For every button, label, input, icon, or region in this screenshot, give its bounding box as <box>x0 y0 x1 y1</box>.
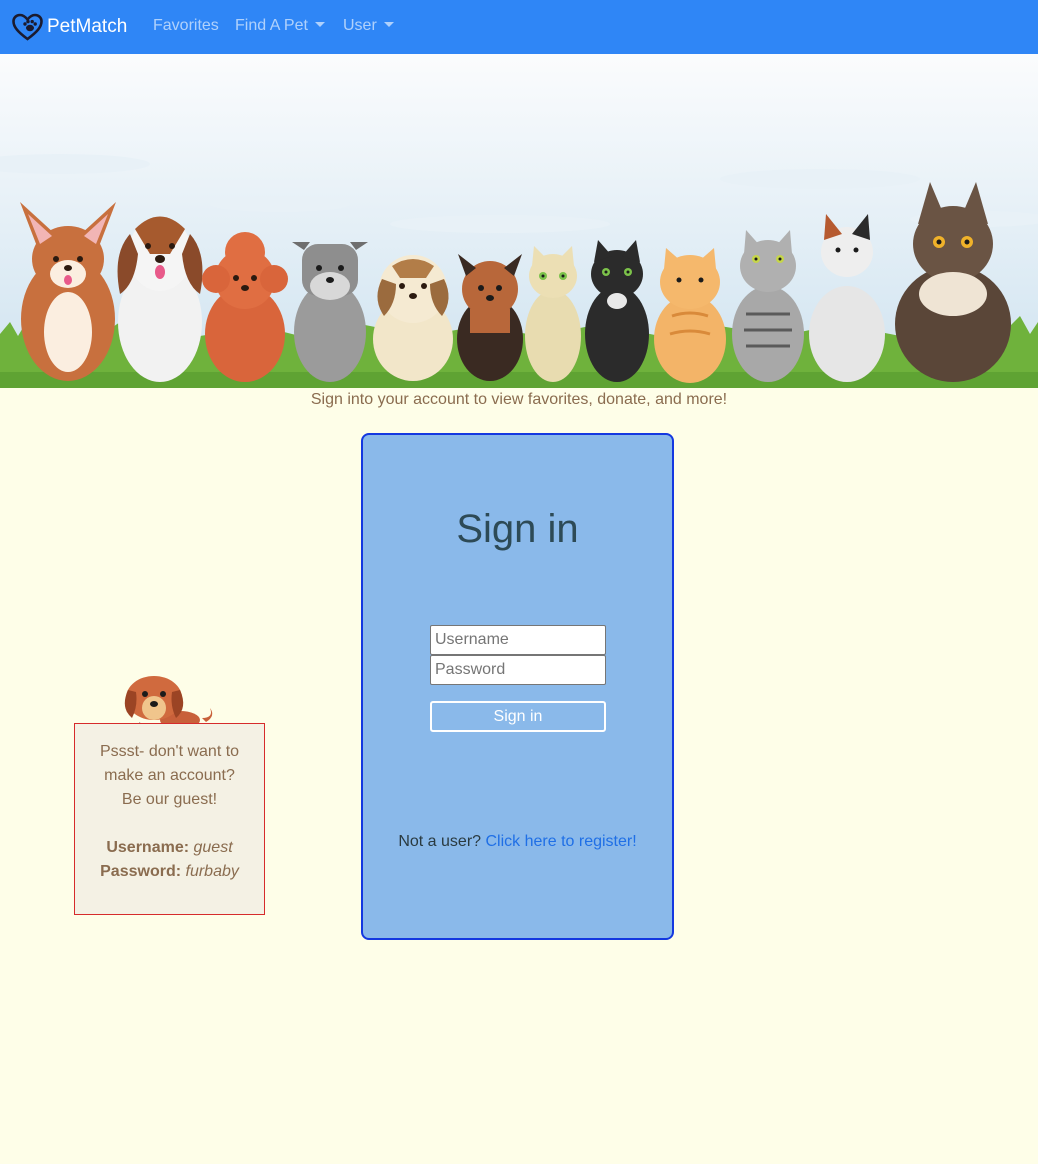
guest-username-value: guest <box>193 839 233 856</box>
orange-cat-illustration <box>654 248 726 383</box>
pets-banner-image <box>0 54 1038 388</box>
brand-link[interactable]: PetMatch <box>12 12 127 42</box>
corgi-illustration <box>20 202 116 381</box>
nav-find-a-pet-label: Find A Pet <box>235 17 308 34</box>
top-navbar: PetMatch Favorites Find A Pet User <box>0 0 1038 54</box>
paw-heart-icon <box>12 13 43 41</box>
chevron-down-icon <box>383 22 394 27</box>
password-input[interactable] <box>430 655 606 685</box>
guest-password-row: Password: furbaby <box>75 860 264 884</box>
guest-password-label: Password: <box>100 863 182 880</box>
guest-username-row: Username: guest <box>75 836 264 860</box>
chevron-down-icon <box>314 22 325 27</box>
guest-line-2: make an account? <box>104 767 235 784</box>
brand-name: PetMatch <box>47 16 128 37</box>
username-input[interactable] <box>430 625 606 655</box>
beagle-illustration <box>117 216 203 382</box>
yorkie-illustration <box>457 254 523 381</box>
signin-tagline: Sign into your account to view favorites… <box>310 391 728 408</box>
signin-button[interactable]: Sign in <box>430 701 606 732</box>
black-cat-illustration <box>585 240 649 382</box>
signin-title: Sign in <box>456 507 579 551</box>
guest-username-label: Username: <box>106 839 190 856</box>
shih-tzu-illustration <box>373 255 453 381</box>
guest-password-value: furbaby <box>185 863 239 880</box>
signin-card: Sign in Sign in Not a user? Click here t… <box>361 433 674 940</box>
register-prompt: Not a user? <box>398 833 482 850</box>
guest-line-3: Be our guest! <box>121 791 218 808</box>
register-prompt-line: Not a user? Click here to register! <box>363 833 672 851</box>
nav-user-dropdown[interactable]: User <box>343 17 394 35</box>
schnauzer-illustration <box>292 242 368 382</box>
nav-find-a-pet-dropdown[interactable]: Find A Pet <box>235 17 325 35</box>
cream-cat-illustration <box>525 246 581 382</box>
nav-favorites[interactable]: Favorites <box>153 17 219 35</box>
guest-line-1: Pssst- don't want to <box>99 743 240 760</box>
register-link[interactable]: Click here to register! <box>486 833 637 850</box>
nav-user-label: User <box>343 17 377 34</box>
guest-credentials-box: Pssst- don't want to make an account? Be… <box>74 723 265 915</box>
